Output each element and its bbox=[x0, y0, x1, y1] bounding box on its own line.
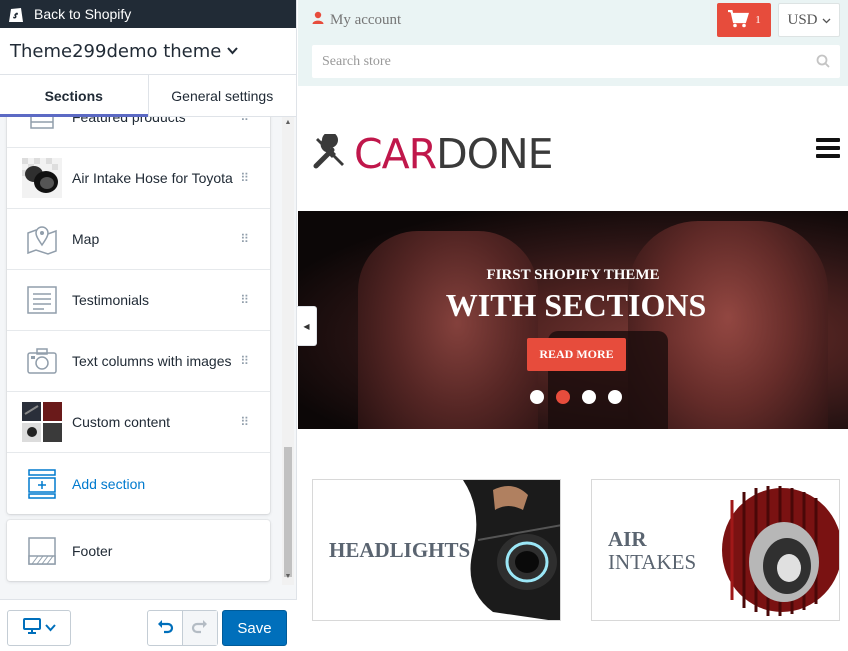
shopify-bag-icon bbox=[8, 5, 24, 23]
drag-handle-icon[interactable]: ⠿ bbox=[240, 117, 249, 123]
section-label: Featured products bbox=[72, 117, 186, 125]
chevron-down-icon bbox=[822, 12, 831, 29]
section-label: Testimonials bbox=[72, 292, 150, 308]
sections-card: Featured products ⠿ Air Intake Hose for … bbox=[7, 117, 270, 514]
air-intakes-banner[interactable]: AIR INTAKES bbox=[591, 479, 840, 621]
slider-dots bbox=[530, 390, 622, 404]
sections-list: Featured products ⠿ Air Intake Hose for … bbox=[0, 117, 297, 598]
section-label: Air Intake Hose for Toyota bbox=[72, 170, 233, 186]
store-preview: My account 1 USD Search store CARDONE FI… bbox=[298, 0, 848, 651]
list-item[interactable]: Map ⠿ bbox=[7, 209, 270, 270]
footer-label: Footer bbox=[72, 542, 113, 559]
camera-icon bbox=[22, 341, 62, 381]
chevron-down-icon bbox=[44, 619, 56, 637]
scrollbar-thumb[interactable] bbox=[284, 447, 292, 577]
section-label: Custom content bbox=[72, 414, 171, 430]
hero-title: WITH SECTIONS bbox=[445, 287, 707, 323]
chevron-down-icon bbox=[227, 44, 239, 59]
add-section-button[interactable]: Add section bbox=[7, 453, 270, 514]
footer-section-item[interactable]: Footer bbox=[7, 520, 270, 581]
read-more-button[interactable]: READ MORE bbox=[527, 338, 626, 371]
theme-editor-panel: Back to Shopify Theme299demo theme Secti… bbox=[0, 0, 297, 651]
redo-icon bbox=[191, 618, 209, 639]
map-pin-icon bbox=[22, 219, 62, 259]
drag-handle-icon[interactable]: ⠿ bbox=[240, 233, 249, 245]
logo-text-car: CAR bbox=[354, 130, 437, 178]
editor-tabs: Sections General settings bbox=[0, 74, 296, 117]
collapse-sidebar-button[interactable]: ◀ bbox=[297, 306, 317, 346]
currency-value: USD bbox=[787, 11, 818, 28]
drag-handle-icon[interactable]: ⠿ bbox=[240, 355, 249, 367]
search-icon[interactable] bbox=[816, 54, 830, 73]
desktop-icon bbox=[22, 617, 41, 639]
scroll-up-arrow-icon[interactable]: ▲ bbox=[282, 119, 294, 129]
section-label: Text columns with images bbox=[72, 353, 232, 369]
search-input[interactable]: Search store bbox=[312, 45, 840, 78]
banner-title: AIR INTAKES bbox=[608, 527, 697, 574]
cart-count: 1 bbox=[755, 14, 761, 26]
logo-bar: CARDONE bbox=[298, 86, 848, 211]
undo-redo-group bbox=[147, 610, 218, 646]
theme-name: Theme299demo theme bbox=[10, 40, 222, 62]
wrench-screwdriver-icon bbox=[312, 131, 348, 175]
slider-dot[interactable] bbox=[608, 390, 622, 404]
my-account-link[interactable]: My account bbox=[312, 11, 401, 29]
product-thumbnail bbox=[22, 158, 62, 198]
text-block-icon bbox=[22, 280, 62, 320]
image-collage-icon bbox=[22, 402, 62, 442]
currency-selector[interactable]: USD bbox=[778, 3, 840, 37]
drag-handle-icon[interactable]: ⠿ bbox=[240, 294, 249, 306]
editor-bottom-bar: Save bbox=[0, 599, 297, 651]
list-item[interactable]: Custom content ⠿ bbox=[7, 392, 270, 453]
footer-icon bbox=[22, 531, 62, 571]
chevron-left-icon: ◀ bbox=[303, 321, 310, 331]
section-label: Map bbox=[72, 231, 100, 247]
my-account-label: My account bbox=[330, 11, 402, 28]
back-to-shopify-link[interactable]: Back to Shopify bbox=[0, 0, 296, 28]
tab-general-settings[interactable]: General settings bbox=[147, 75, 297, 116]
undo-button[interactable] bbox=[148, 611, 182, 645]
drag-handle-icon[interactable]: ⠿ bbox=[240, 172, 249, 184]
hamburger-menu-icon[interactable] bbox=[816, 138, 840, 158]
product-grid-icon bbox=[22, 117, 62, 137]
drag-handle-icon[interactable]: ⠿ bbox=[240, 416, 249, 428]
user-icon bbox=[312, 11, 324, 29]
store-logo[interactable]: CARDONE bbox=[312, 130, 554, 178]
hero-image bbox=[358, 231, 538, 429]
theme-name-dropdown[interactable]: Theme299demo theme bbox=[0, 28, 296, 74]
list-item[interactable]: Air Intake Hose for Toyota ⠿ bbox=[7, 148, 270, 209]
device-preview-button[interactable] bbox=[7, 610, 71, 646]
back-label: Back to Shopify bbox=[34, 6, 132, 22]
slider-dot[interactable] bbox=[556, 390, 570, 404]
store-header: My account 1 USD Search store bbox=[298, 0, 848, 86]
headlights-banner[interactable]: HEADLIGHTS bbox=[312, 479, 561, 621]
sections-scrollbar[interactable]: ▲ ▼ bbox=[282, 117, 294, 585]
hero-subtitle: FIRST SHOPIFY THEME bbox=[486, 267, 660, 283]
scroll-down-arrow-icon[interactable]: ▼ bbox=[282, 573, 294, 583]
save-button[interactable]: Save bbox=[222, 610, 287, 646]
cart-button[interactable]: 1 bbox=[717, 3, 771, 37]
hero-slider: FIRST SHOPIFY THEME WITH SECTIONS READ M… bbox=[298, 211, 848, 429]
add-section-label: Add section bbox=[72, 475, 146, 492]
tab-sections[interactable]: Sections bbox=[0, 75, 148, 117]
redo-button[interactable] bbox=[182, 611, 217, 645]
slider-dot[interactable] bbox=[530, 390, 544, 404]
add-section-icon bbox=[22, 464, 62, 504]
list-item[interactable]: Testimonials ⠿ bbox=[7, 270, 270, 331]
cart-icon bbox=[727, 9, 750, 31]
list-item[interactable]: Text columns with images ⠿ bbox=[7, 331, 270, 392]
list-item[interactable]: Featured products ⠿ bbox=[7, 117, 270, 148]
search-placeholder: Search store bbox=[322, 53, 391, 69]
undo-icon bbox=[156, 618, 174, 639]
slider-dot[interactable] bbox=[582, 390, 596, 404]
logo-text-done: DONE bbox=[436, 130, 553, 178]
footer-card: Footer bbox=[7, 520, 270, 581]
banner-title: HEADLIGHTS bbox=[329, 538, 471, 562]
